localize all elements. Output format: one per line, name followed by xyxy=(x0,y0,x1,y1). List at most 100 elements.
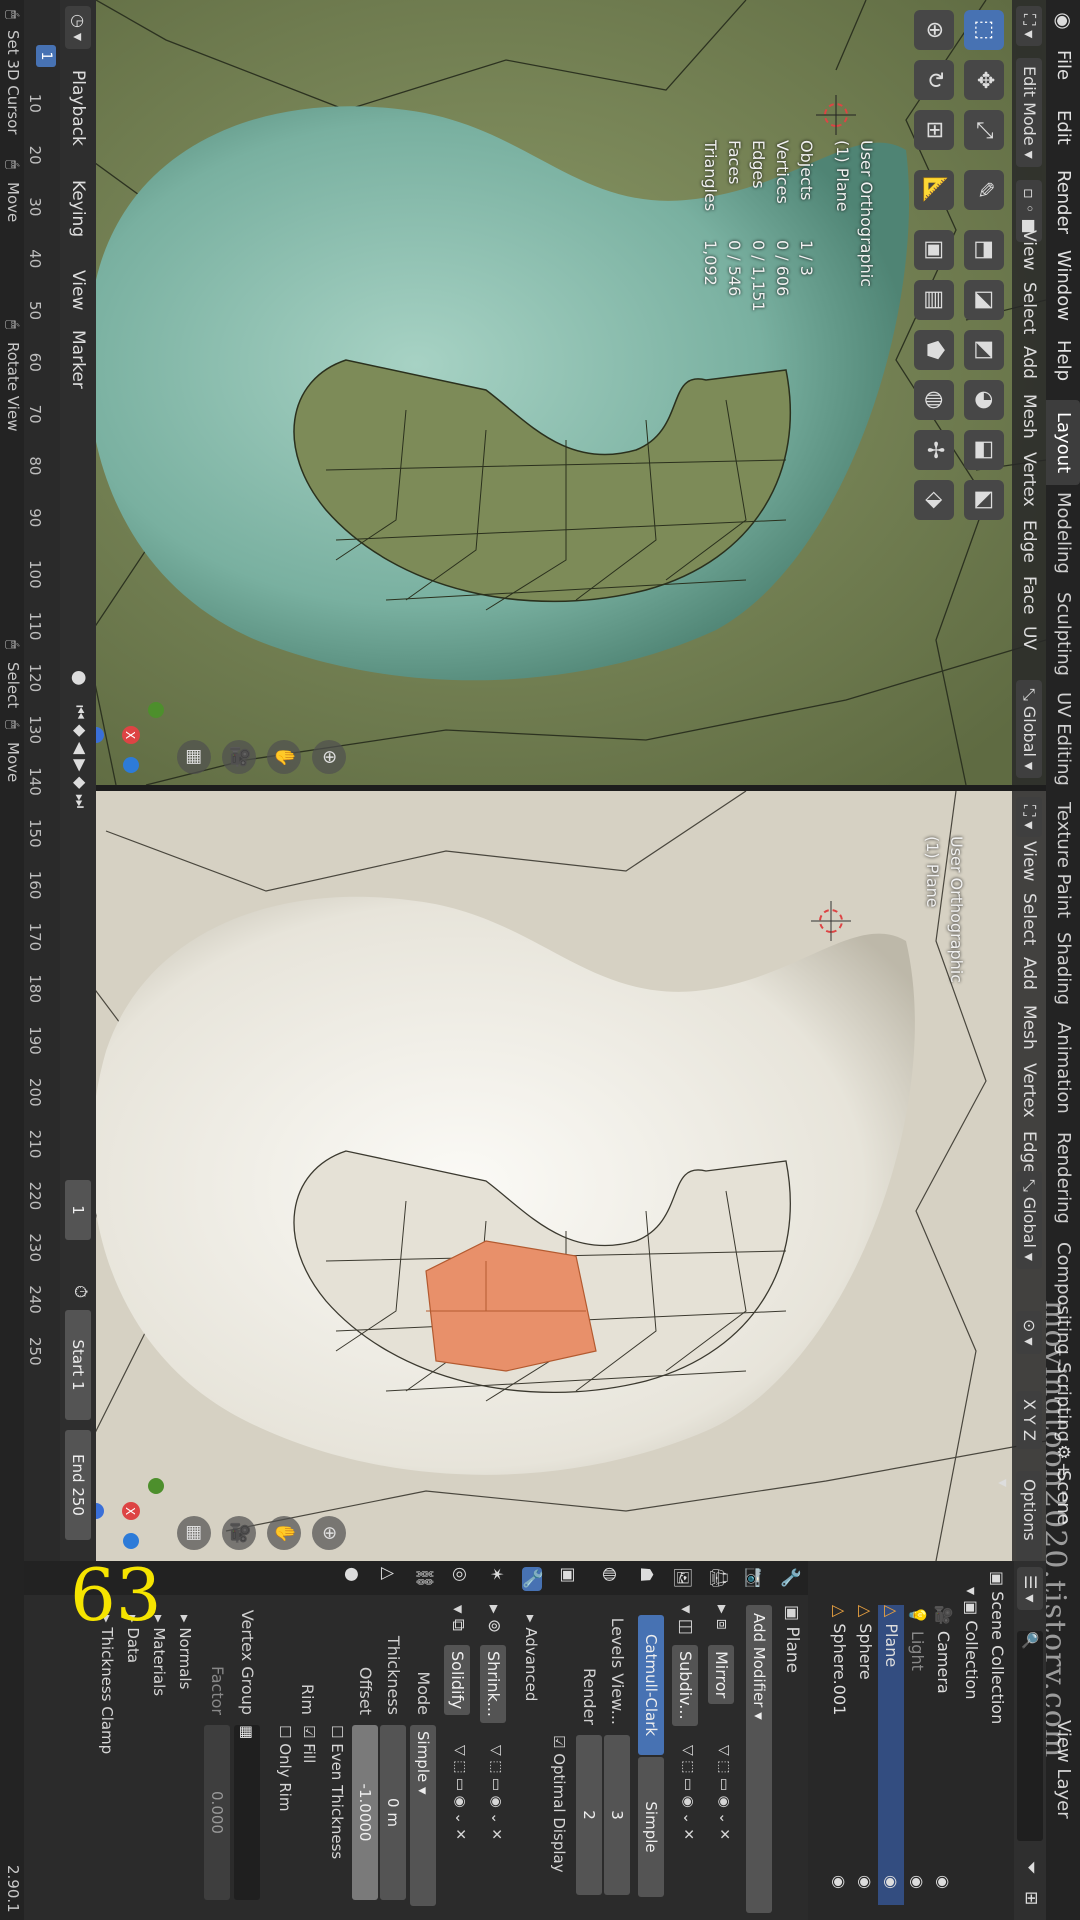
left-menu-face[interactable]: Face xyxy=(1016,576,1042,614)
left-menu-view[interactable]: View xyxy=(1016,230,1042,270)
output-tab-icon[interactable]: 🖨 xyxy=(708,1567,728,1589)
world-tab-icon[interactable]: ◍ xyxy=(600,1567,620,1582)
right-camera-icon[interactable]: 🎥 xyxy=(222,1516,256,1550)
timeline-menu-playback[interactable]: Playback xyxy=(65,70,91,146)
solidify-expand-icon[interactable]: ▾ ⧉ xyxy=(448,1605,468,1631)
right-editor-type-icon[interactable]: ⛶ ▾ xyxy=(1016,797,1042,838)
edit-mode-dropdown[interactable]: Edit Mode ▾ xyxy=(1016,58,1042,167)
viewport-right[interactable]: ⛶ ▾ ViewSelectAddMeshVertexEdgeFaceUV ⤡ … xyxy=(36,791,1046,1561)
tool-annotate[interactable]: ✎ xyxy=(964,170,1004,210)
subdiv-modifier[interactable]: ▾ ◫ Subdiv... ▽ ⬚ ▭ ◉ ⌄ ✕ xyxy=(670,1605,700,1910)
menu-render[interactable]: Render xyxy=(1046,160,1080,244)
right-grid-icon[interactable]: ▦ xyxy=(177,1516,211,1550)
outliner-item-camera[interactable]: 🎥 Camera ◉ xyxy=(930,1605,956,1905)
left-zoom-icon[interactable]: ⊕ xyxy=(312,740,346,774)
editor-type-icon[interactable]: ⛶ ▾ xyxy=(1016,6,1042,47)
tool-rotate[interactable]: ↻ xyxy=(914,60,954,100)
tab-layout[interactable]: Layout xyxy=(1046,400,1080,486)
left-menu-uv[interactable]: UV xyxy=(1016,626,1042,650)
tab-uv-editing[interactable]: UV Editing xyxy=(1046,680,1080,798)
tool-shrink-fatten[interactable]: ✢ xyxy=(914,430,954,470)
stopwatch-icon[interactable]: ⏱ xyxy=(70,1285,90,1298)
factor-field[interactable]: 0.000 xyxy=(204,1725,230,1900)
right-menu-view[interactable]: View xyxy=(1016,841,1042,881)
left-camera-icon[interactable]: 🎥 xyxy=(222,740,256,774)
right-menu-mesh[interactable]: Mesh xyxy=(1016,1005,1042,1050)
left-menu-mesh[interactable]: Mesh xyxy=(1016,394,1042,439)
visibility-eye-icon[interactable]: ◉ xyxy=(930,1875,956,1889)
tool-measure[interactable]: 📐 xyxy=(914,170,954,210)
left-menu-vertex[interactable]: Vertex xyxy=(1016,452,1042,507)
tool-rip[interactable]: ⬗ xyxy=(914,480,954,520)
tool-inset[interactable]: ▣ xyxy=(914,230,954,270)
menu-file[interactable]: File xyxy=(1046,40,1080,90)
shrinkwrap-modifier[interactable]: ▸ ⊚ Shrink... ▽ ⬚ ▭ ◉ ⌄ ✕ xyxy=(478,1605,508,1910)
mirror-toggles[interactable]: ▽ ⬚ ▭ ◉ ⌄ ✕ xyxy=(716,1745,732,1840)
tool-bevel[interactable]: ◪ xyxy=(964,280,1004,320)
even-thickness-checkbox[interactable]: ☐ Even Thickness xyxy=(328,1725,346,1859)
mirror-name[interactable]: Mirror xyxy=(708,1645,734,1705)
right-snap-toggle[interactable]: ⊙ ▾ xyxy=(1016,1311,1042,1354)
right-menu-add[interactable]: Add xyxy=(1016,957,1042,990)
simple-option[interactable]: Simple xyxy=(638,1757,664,1897)
left-orientation-dropdown[interactable]: ⤡ Global ▾ xyxy=(1016,680,1042,779)
right-options-dropdown[interactable]: Options ▾ xyxy=(994,1471,1042,1561)
optimal-display-checkbox[interactable]: ☑ Optimal Display xyxy=(550,1735,568,1873)
blender-logo-icon[interactable]: ◉ xyxy=(1052,8,1076,34)
solidify-modifier[interactable]: ▾ ⧉ Solidify ▽ ⬚ ▭ ◉ ⌄ ✕ xyxy=(442,1605,472,1910)
viewport-left[interactable]: ⛶ ▾ Edit Mode ▾ ▫ ◦ ■ View Select Add Mesh V… xyxy=(36,0,1046,785)
outliner[interactable]: ☰ ▾ 🔍 ⏷ ⊞ ▣ Scene Collection ▾ ▣ Collect… xyxy=(808,1561,1046,1920)
outliner-root[interactable]: ▣ Scene Collection xyxy=(984,1571,1010,1724)
tool-move[interactable]: ✥ xyxy=(964,60,1004,100)
vertex-group-field[interactable]: ▦ xyxy=(234,1725,260,1900)
outliner-item-plane[interactable]: △ Plane ◉ xyxy=(878,1605,904,1905)
visibility-eye-icon[interactable]: ◉ xyxy=(852,1875,878,1889)
constraints-tab-icon[interactable]: ⛓ xyxy=(414,1567,434,1589)
data-tab-icon[interactable]: △ xyxy=(378,1567,398,1580)
render-tab-icon[interactable]: 📷 xyxy=(744,1567,764,1588)
playback-controls-icon[interactable]: ⏮ ◆ ◀ ▶ ◆ ⏭ xyxy=(70,705,90,808)
end-frame-field[interactable]: End 250 xyxy=(65,1430,91,1540)
subdiv-name[interactable]: Subdiv... xyxy=(672,1645,698,1726)
render-levels-field[interactable]: 2 xyxy=(576,1735,602,1895)
add-modifier-button[interactable]: Add Modifier ▾ xyxy=(746,1605,772,1913)
advanced-panel[interactable]: ▸ Advanced xyxy=(522,1615,540,1701)
tool-tab-icon[interactable]: 🔧 xyxy=(780,1567,800,1588)
tool-spin[interactable]: ◕ xyxy=(964,380,1004,420)
current-frame-field[interactable]: 1 xyxy=(65,1180,91,1240)
subdiv-expand-icon[interactable]: ▾ ◫ xyxy=(676,1605,696,1635)
tool-shear[interactable]: ⬕ xyxy=(964,480,1004,520)
menu-edit[interactable]: Edit xyxy=(1046,100,1080,155)
fill-checkbox[interactable]: ☑ Fill xyxy=(300,1725,318,1763)
tool-select-box[interactable]: ⬚ xyxy=(964,10,1004,50)
right-axes[interactable]: X Y Z xyxy=(1016,1391,1042,1449)
tool-loop-cut[interactable]: ▤ xyxy=(914,280,954,320)
mirror-expand-icon[interactable]: ▸ ⧈ xyxy=(712,1605,732,1630)
object-tab-icon[interactable]: ▣ xyxy=(558,1567,578,1583)
left-menu-select[interactable]: Select xyxy=(1016,282,1042,334)
tool-smooth[interactable]: ◍ xyxy=(914,380,954,420)
catmull-clark-option[interactable]: Catmull-Clark xyxy=(638,1615,664,1755)
tool-knife[interactable]: ◩ xyxy=(964,330,1004,370)
right-menu-vertex[interactable]: Vertex xyxy=(1016,1063,1042,1118)
tab-modeling[interactable]: Modeling xyxy=(1046,480,1080,586)
timeline-menu-view[interactable]: View xyxy=(65,270,91,310)
tool-extrude[interactable]: ⬒ xyxy=(964,230,1004,270)
outliner-item-sphere[interactable]: △ Sphere ◉ xyxy=(852,1605,878,1905)
outliner-collection[interactable]: ▾ ▣ Collection xyxy=(958,1587,984,1699)
shrink-expand-icon[interactable]: ▸ ⊚ xyxy=(484,1605,504,1633)
thickness-field[interactable]: 0 m xyxy=(380,1725,406,1900)
new-collection-icon[interactable]: ⊞ xyxy=(1021,1891,1041,1905)
shrink-name[interactable]: Shrink... xyxy=(480,1645,506,1723)
subdiv-type-toggle[interactable]: Catmull-Clark Simple xyxy=(638,1615,664,1900)
left-menu-add[interactable]: Add xyxy=(1016,346,1042,379)
tab-rendering[interactable]: Rendering xyxy=(1046,1120,1080,1236)
right-zoom-icon[interactable]: ⊕ xyxy=(312,1516,346,1550)
tab-texture-paint[interactable]: Texture Paint xyxy=(1046,790,1080,930)
timeline-menu-marker[interactable]: Marker xyxy=(65,330,91,389)
outliner-item-light[interactable]: 💡 Light ◉ xyxy=(904,1605,930,1905)
tab-animation[interactable]: Animation xyxy=(1046,1010,1080,1126)
right-menu-edge[interactable]: Edge xyxy=(1016,1131,1042,1174)
tool-poly-build[interactable]: ⬟ xyxy=(914,330,954,370)
offset-field[interactable]: -1.0000 xyxy=(352,1725,378,1900)
